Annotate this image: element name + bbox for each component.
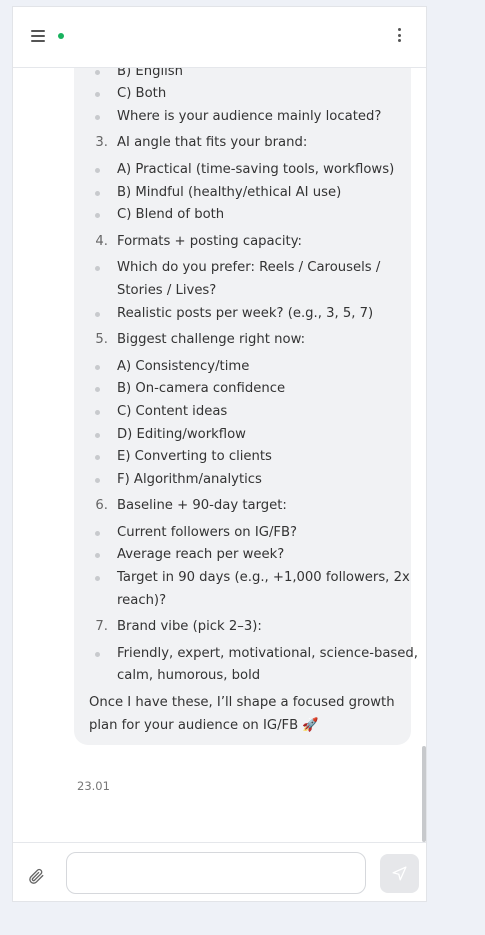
list-item: B) Mindful (healthy/ethical AI use) [74,182,411,205]
bullet-dot [95,455,100,461]
list-item: Realistic posts per week? (e.g., 3, 5, 7… [74,303,411,326]
paragraph-text: Once I have these, I’ll shape a focused … [89,695,395,711]
scrollbar[interactable] [422,746,426,842]
paragraph-text-cont: plan for your audience on IG/FB 🚀 [89,717,319,733]
list-item-text: C) Content ideas [117,403,228,419]
bullet-dot [95,651,100,657]
list-item-text: Friendly, expert, motivational, science-… [117,645,418,661]
list-item: A) Practical (time-saving tools, workflo… [74,159,411,182]
list-item: B) English [74,68,411,83]
list-item-text: B) Mindful (healthy/ethical AI use) [117,184,342,200]
numbered-item-text: Biggest challenge right now: [117,332,306,348]
chat-header [13,7,426,68]
list-item: Target in 90 days (e.g., +1,000 follower… [74,567,411,612]
paperclip-icon[interactable] [27,867,45,885]
bullet-dot [95,213,100,219]
numbered-item-text: Formats + posting capacity: [117,233,302,249]
list-item-text: Which do you prefer: Reels / Carousels / [117,260,381,276]
item-number: 4. [95,233,108,249]
list-item-text: Average reach per week? [117,547,285,563]
numbered-item-text: AI angle that fits your brand: [117,135,308,151]
list-item: C) Blend of both [74,204,411,227]
list-item: C) Both [74,83,411,106]
list-item: Where is your audience mainly located? [74,106,411,129]
list-item-text: Current followers on IG/FB? [117,524,298,540]
list-item-text: C) Blend of both [117,207,225,223]
numbered-item: 4. Formats + posting capacity: [74,231,411,254]
list-item-text: B) English [117,68,184,79]
numbered-item: 5. Biggest challenge right now: [74,329,411,352]
item-number: 7. [95,619,108,635]
numbered-item: 3. AI angle that fits your brand: [74,132,411,155]
list-item: A) Consistency/time [74,356,411,379]
composer [13,842,426,901]
bullet-dot [95,190,100,196]
list-item-text: B) On-camera confidence [117,381,286,397]
assistant-message-bubble: A) FinnishB) EnglishC) BothWhere is your… [74,68,418,746]
list-item-text: D) Editing/workflow [117,426,246,442]
chat-window: A) FinnishB) EnglishC) BothWhere is your… [12,6,427,902]
send-button[interactable] [380,854,419,893]
list-item: Friendly, expert, motivational, science-… [74,643,418,688]
numbered-item-text: Brand vibe (pick 2–3): [117,619,262,635]
message-list[interactable]: A) FinnishB) EnglishC) BothWhere is your… [13,68,426,842]
list-item-text: Realistic posts per week? (e.g., 3, 5, 7… [117,305,374,321]
list-item: B) On-camera confidence [74,378,411,401]
list-item-text: A) Practical (time-saving tools, workflo… [117,161,395,177]
bullet-dot [95,167,100,173]
bullet-dot [95,69,100,75]
bullet-dot [95,311,100,317]
list-item: C) Content ideas [74,401,411,424]
bullet-dot [95,387,100,393]
list-item-text: Where is your audience mainly located? [117,108,382,124]
list-item: F) Algorithm/analytics [74,469,411,492]
bullet-dot [95,114,100,120]
list-item-text-cont: Stories / Lives? [117,282,217,298]
list-item-text: Target in 90 days (e.g., +1,000 follower… [117,570,410,586]
item-number: 3. [95,135,108,151]
numbered-item-text: Baseline + 90-day target: [117,498,287,514]
bullet-dot [95,364,100,370]
list-item: Current followers on IG/FB? [74,522,411,545]
bullet-dot [95,477,100,483]
bullet-dot [95,432,100,438]
online-status-dot [58,33,64,39]
bullet-dot [95,409,100,415]
item-number: 6. [95,498,108,514]
bullet-dot [95,553,100,559]
list-item-text-cont: reach)? [117,592,167,608]
send-icon [392,866,407,881]
more-options-icon[interactable] [398,28,402,44]
list-item: Which do you prefer: Reels / Carousels /… [74,257,411,302]
message-paragraph: Once I have these, I’ll shape a focused … [74,692,411,737]
list-item-text: F) Algorithm/analytics [117,471,262,487]
list-item-text: E) Converting to clients [117,449,272,465]
list-item-text: A) Consistency/time [117,358,250,374]
message-timestamp: 23.01 [77,779,110,793]
bullet-dot [95,530,100,536]
numbered-item: 6. Baseline + 90-day target: [74,495,411,518]
list-item-text: C) Both [117,86,167,102]
menu-icon[interactable] [31,30,45,42]
numbered-item: 7. Brand vibe (pick 2–3): [74,616,411,639]
list-item: Average reach per week? [74,544,411,567]
bullet-dot [95,92,100,98]
bullet-dot [95,266,100,272]
list-item: E) Converting to clients [74,446,411,469]
list-item: D) Editing/workflow [74,424,411,447]
bullet-dot [95,576,100,582]
message-input[interactable] [66,852,366,894]
list-item-text-cont: calm, humorous, bold [117,668,261,684]
item-number: 5. [95,332,108,348]
